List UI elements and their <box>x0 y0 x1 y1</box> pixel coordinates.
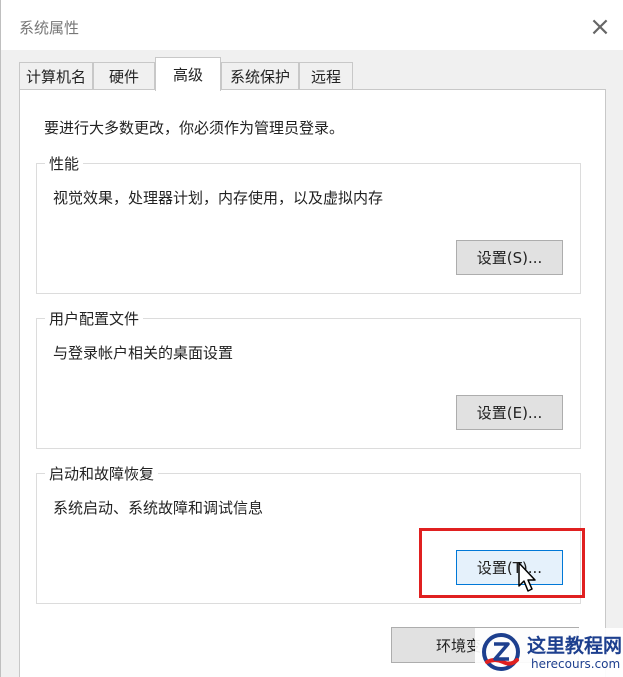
close-icon[interactable]: × <box>585 12 615 42</box>
tab-remote[interactable]: 远程 <box>299 62 353 90</box>
system-properties-dialog: 系统属性 × 计算机名 硬件 高级 系统保护 远程 要进行大多数更改，你必须作为… <box>0 0 623 677</box>
performance-description: 视觉效果，处理器计划，内存使用，以及虚拟内存 <box>53 189 384 207</box>
admin-notice: 要进行大多数更改，你必须作为管理员登录。 <box>44 119 345 137</box>
user-profiles-description: 与登录帐户相关的桌面设置 <box>53 344 234 362</box>
user-profiles-settings-button[interactable]: 设置(E)... <box>456 395 563 430</box>
watermark-text-cn: 这里教程网 <box>527 635 623 657</box>
tab-computer-name[interactable]: 计算机名 <box>19 62 93 90</box>
startup-recovery-description: 系统启动、系统故障和调试信息 <box>53 499 264 517</box>
user-profiles-group-title: 用户配置文件 <box>45 308 144 329</box>
highlight-box <box>419 528 585 598</box>
mouse-cursor-icon <box>518 562 536 592</box>
tab-bar: 计算机名 硬件 高级 系统保护 远程 <box>19 57 619 91</box>
tab-advanced[interactable]: 高级 <box>155 57 221 91</box>
user-profiles-group: 用户配置文件 与登录帐户相关的桌面设置 设置(E)... <box>36 308 581 449</box>
dialog-title: 系统属性 <box>19 19 80 37</box>
tab-system-protection[interactable]: 系统保护 <box>221 62 299 90</box>
watermark-text-en: herecours.com <box>531 657 621 671</box>
performance-settings-button[interactable]: 设置(S)... <box>456 240 563 275</box>
watermark-logo-icon <box>482 633 520 671</box>
performance-group-title: 性能 <box>45 153 84 174</box>
title-bar: 系统属性 × <box>1 0 623 50</box>
watermark: 这里教程网 herecours.com <box>475 628 623 677</box>
tab-hardware[interactable]: 硬件 <box>93 62 155 90</box>
performance-group: 性能 视觉效果，处理器计划，内存使用，以及虚拟内存 设置(S)... <box>36 153 581 294</box>
startup-recovery-group-title: 启动和故障恢复 <box>45 463 159 484</box>
